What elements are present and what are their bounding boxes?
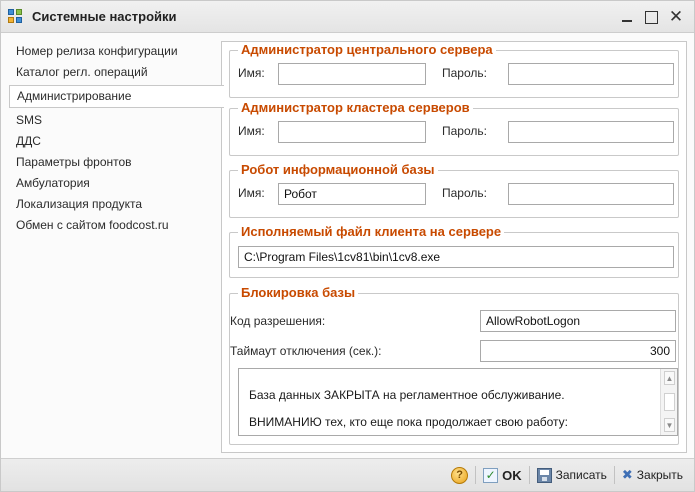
- admin-central-password-input[interactable]: [508, 63, 674, 85]
- robot-name-input[interactable]: [278, 183, 426, 205]
- name-label: Имя:: [238, 186, 265, 200]
- lock-code-label: Код разрешения:: [230, 314, 326, 328]
- close-icon[interactable]: ✕: [668, 8, 684, 25]
- nav-item-release-number[interactable]: Номер релиза конфигурации: [9, 41, 214, 62]
- nav-item-sms[interactable]: SMS: [9, 110, 214, 131]
- administration-panel: Администратор центрального сервера Имя: …: [221, 41, 687, 453]
- password-label: Пароль:: [442, 186, 487, 200]
- group-title: Администратор кластера серверов: [238, 100, 473, 115]
- password-label: Пароль:: [442, 66, 487, 80]
- bottom-toolbar: ? ✓ OK Записать ✖ Закрыть: [1, 458, 694, 491]
- admin-central-group: Администратор центрального сервера Имя: …: [229, 42, 679, 98]
- robot-password-input[interactable]: [508, 183, 674, 205]
- close-icon: ✖: [621, 467, 633, 482]
- app-icon: [8, 8, 24, 25]
- help-icon: ?: [451, 466, 469, 484]
- maximize-icon[interactable]: [645, 10, 658, 24]
- close-label: Закрыть: [636, 468, 683, 482]
- admin-cluster-group: Администратор кластера серверов Имя: Пар…: [229, 100, 679, 156]
- scroll-thumb[interactable]: [664, 393, 675, 411]
- nav-item-front-params[interactable]: Параметры фронтов: [9, 152, 214, 173]
- close-button[interactable]: ✖ Закрыть: [617, 464, 688, 486]
- client-exe-path-input[interactable]: [238, 246, 674, 268]
- minimize-icon[interactable]: [619, 9, 635, 25]
- memo-line: ВНИМАНИЮ тех, кто еще пока продолжает св…: [249, 415, 568, 429]
- nav-item-ambulatory[interactable]: Амбулатория: [9, 173, 214, 194]
- group-title: Блокировка базы: [238, 285, 359, 300]
- save-label: Записать: [555, 468, 607, 482]
- group-title: Исполняемый файл клиента на сервере: [238, 224, 505, 239]
- nav-item-foodcost-exchange[interactable]: Обмен с сайтом foodcost.ru: [9, 215, 214, 236]
- group-title: Администратор центрального сервера: [238, 42, 496, 57]
- name-label: Имя:: [238, 66, 265, 80]
- system-settings-window: Системные настройки ✕ Номер релиза конфи…: [0, 0, 695, 492]
- lock-message-memo[interactable]: База данных ЗАКРЫТА на регламентное обсл…: [238, 368, 678, 436]
- window-title: Системные настройки: [32, 9, 177, 24]
- timeout-input[interactable]: [480, 340, 676, 362]
- db-lock-group: Блокировка базы Код разрешения: Таймаут …: [229, 285, 679, 445]
- save-icon: [536, 467, 552, 483]
- lock-code-input[interactable]: [480, 310, 676, 332]
- save-button[interactable]: Записать: [532, 465, 612, 486]
- admin-central-name-input[interactable]: [278, 63, 426, 85]
- help-button[interactable]: ?: [446, 464, 473, 487]
- checkmark-icon: ✓: [483, 467, 499, 483]
- group-title: Робот информационной базы: [238, 162, 438, 177]
- scroll-down-icon[interactable]: ▼: [664, 418, 675, 432]
- nav-item-dds[interactable]: ДДС: [9, 131, 214, 152]
- nav-item-regl-catalog[interactable]: Каталог регл. операций: [9, 62, 214, 83]
- admin-cluster-name-input[interactable]: [278, 121, 426, 143]
- settings-nav: Номер релиза конфигурации Каталог регл. …: [9, 41, 224, 451]
- nav-item-localization[interactable]: Локализация продукта: [9, 194, 214, 215]
- nav-item-administration[interactable]: Администрирование: [9, 85, 224, 108]
- toolbar-divider: [613, 466, 615, 484]
- robot-group: Робот информационной базы Имя: Пароль:: [229, 162, 679, 218]
- toolbar-divider: [475, 466, 477, 484]
- memo-scrollbar[interactable]: ▲ ▼: [660, 369, 677, 435]
- ok-button[interactable]: ✓ OK: [478, 465, 527, 486]
- name-label: Имя:: [238, 124, 265, 138]
- scroll-up-icon[interactable]: ▲: [664, 371, 675, 385]
- ok-label: OK: [502, 467, 522, 483]
- client-exe-group: Исполняемый файл клиента на сервере: [229, 224, 679, 278]
- password-label: Пароль:: [442, 124, 487, 138]
- memo-line: База данных ЗАКРЫТА на регламентное обсл…: [249, 388, 565, 402]
- timeout-label: Таймаут отключения (сек.):: [230, 344, 382, 358]
- title-bar[interactable]: Системные настройки ✕: [1, 1, 694, 33]
- toolbar-divider: [528, 466, 530, 484]
- admin-cluster-password-input[interactable]: [508, 121, 674, 143]
- window-controls: ✕: [619, 8, 684, 25]
